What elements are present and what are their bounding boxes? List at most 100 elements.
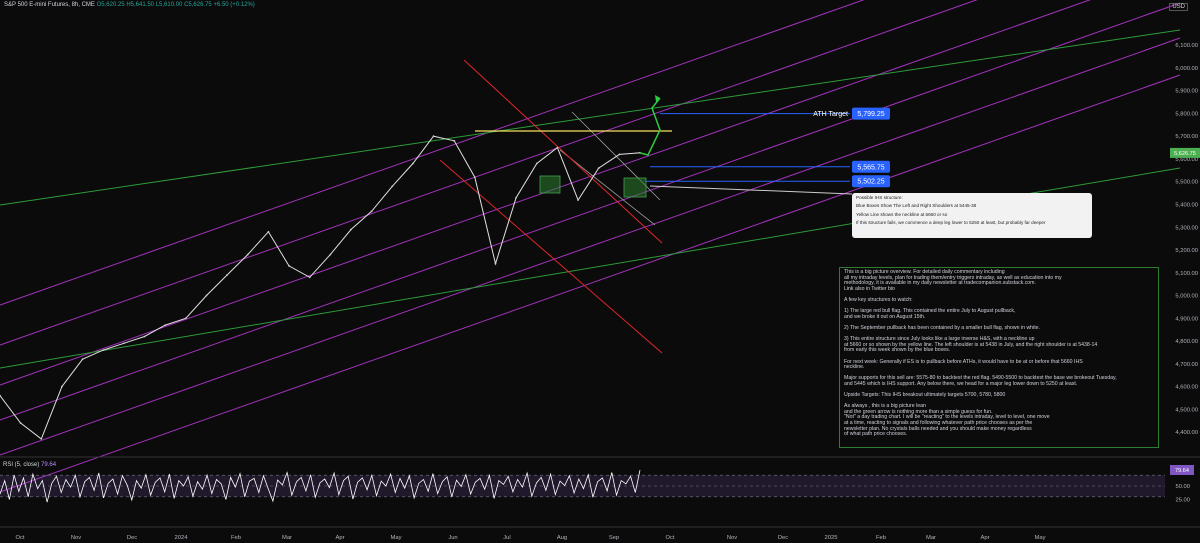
time-tick-label: Feb (876, 535, 886, 541)
price-tick-label: 4,900.00 (1175, 316, 1198, 322)
time-tick-label: Nov (71, 535, 81, 541)
time-tick-label: 2025 (825, 535, 838, 541)
rsi-value: 79.64 (41, 462, 57, 468)
ihs-note-line-2: Yellow Line shows the neckline at 5660 o… (856, 211, 948, 217)
price-tick-label: 5,200.00 (1175, 248, 1198, 254)
rsi-header: RSI (5, close) 79.64 (3, 462, 56, 468)
price-point (618, 153, 621, 156)
price-tick-label: 4,800.00 (1175, 339, 1198, 345)
note-connector (649, 185, 853, 195)
price-point (123, 342, 125, 345)
price-tick-label: 4,500.00 (1175, 407, 1198, 413)
ihs-note-line-1: Blue Boxes Show The Left and Right Shoul… (856, 203, 977, 209)
price-tick-label: 6,000.00 (1175, 66, 1198, 72)
price-tick-label: 4,700.00 (1175, 362, 1198, 368)
right-shoulder-box (623, 177, 647, 198)
time-tick-label: Oct (665, 535, 674, 541)
commentary-box: This is a big picture overview. For deta… (839, 267, 1159, 448)
price-point (597, 167, 600, 170)
rsi-tick-label: 25.00 (1175, 498, 1190, 504)
time-tick-label: Oct (15, 535, 24, 541)
level-lines: 5,799.25 ATH Target 5,565.75 5,502.25 (645, 107, 890, 195)
ihs-note-line-3: If this structure fails, we commence a d… (856, 220, 1046, 226)
price-point (391, 185, 394, 188)
price-point (473, 176, 476, 179)
level-label-value-0: 5,799.25 (857, 111, 884, 118)
price-point (308, 276, 311, 279)
ohlc-high: H5,641.50 (126, 2, 155, 8)
rsi-value-tag-text: 79.64 (1175, 468, 1189, 474)
ihs-note: Possible IHS structure: Blue Boxes Show … (852, 193, 1092, 238)
price-point (494, 262, 497, 265)
price-tick-label: 5,800.00 (1175, 111, 1198, 117)
green-channel-upper (0, 29, 1181, 206)
time-tick-label: Apr (335, 535, 344, 541)
price-axis[interactable]: 6,100.00 6,000.00 5,900.00 5,800.00 5,700.00… (1170, 43, 1200, 436)
time-tick-label: Mar (926, 535, 936, 541)
currency-button[interactable]: USD (1169, 3, 1188, 11)
time-tick-label: May (1035, 535, 1046, 541)
price-point (226, 274, 229, 276)
price-point (102, 349, 105, 351)
price-tick-label: 5,300.00 (1175, 225, 1198, 231)
price-tick-label: 5,900.00 (1175, 89, 1198, 95)
price-point (19, 422, 22, 424)
projection-arrow (639, 95, 661, 156)
left-shoulder-box (539, 175, 561, 194)
time-tick-label: Dec (778, 535, 788, 541)
ohlc-close: C5,626.75 (184, 2, 212, 8)
commentary-line: of what path price chooses. (844, 431, 908, 438)
price-point (143, 335, 146, 338)
price-point (184, 317, 187, 320)
price-point (81, 358, 84, 361)
time-tick-label: Dec (127, 535, 137, 541)
price-point (205, 294, 208, 297)
symbol-title: S&P 500 E-mini Futures, 8h, CME (4, 2, 95, 8)
current-price-value: 5,626.75 (1174, 151, 1196, 157)
time-tick-label: Aug (557, 535, 567, 541)
price-point (453, 139, 456, 142)
price-point (432, 135, 435, 138)
price-tick-label: 4,600.00 (1175, 385, 1198, 391)
level-label-value-2: 5,502.25 (857, 179, 884, 186)
ohlc-low: L5,610.00 (155, 2, 183, 8)
time-tick-label: 2024 (175, 535, 189, 541)
red-bull-flag (439, 59, 663, 354)
price-point (515, 196, 517, 199)
price-point (40, 438, 43, 440)
price-tick-label: 5,500.00 (1175, 180, 1198, 186)
time-tick-label: Apr (980, 535, 989, 541)
rsi-title: RSI (5, close) (3, 462, 40, 468)
price-point (61, 385, 63, 388)
symbol-header: S&P 500 E-mini Futures, 8h, CME O5,620.2… (4, 2, 255, 8)
price-point (350, 228, 352, 231)
rsi-tick-label: 50.00 (1175, 484, 1190, 490)
time-tick-label: Nov (727, 535, 737, 541)
time-tick-label: Jun (448, 535, 457, 541)
red-flag-upper (463, 59, 663, 244)
time-tick-label: May (391, 535, 402, 541)
price-point (556, 146, 559, 149)
price-tick-label: 5,400.00 (1175, 203, 1198, 209)
price-point (329, 253, 332, 256)
price-point (288, 265, 290, 267)
ohlc-open: O5,620.25 (96, 2, 125, 8)
price-point (535, 162, 538, 165)
level-label-value-1: 5,565.75 (857, 164, 884, 171)
ohlc-change: +6.50 (+0.12%) (213, 2, 255, 8)
ihs-note-title: Possible IHS structure: (856, 195, 903, 200)
price-tick-label: 5,100.00 (1175, 271, 1198, 277)
rsi-pane: 75.0050.0025.0079.64 (0, 456, 1200, 504)
price-point (267, 230, 270, 233)
price-point (370, 210, 373, 213)
price-point (577, 199, 579, 201)
price-point (412, 162, 414, 165)
price-tick-label: 5,700.00 (1175, 134, 1198, 140)
time-tick-label: Mar (282, 535, 292, 541)
projection-path (639, 97, 661, 156)
price-tick-label: 4,400.00 (1175, 430, 1198, 436)
time-tick-label: Jul (503, 535, 510, 541)
channel-line-2 (0, 0, 865, 306)
time-axis[interactable]: Oct Nov Dec 2024 Feb Mar Apr May Jun Jul Aug Sep Oct… (0, 526, 1200, 541)
level-label-name-0: ATH Target (813, 111, 848, 118)
